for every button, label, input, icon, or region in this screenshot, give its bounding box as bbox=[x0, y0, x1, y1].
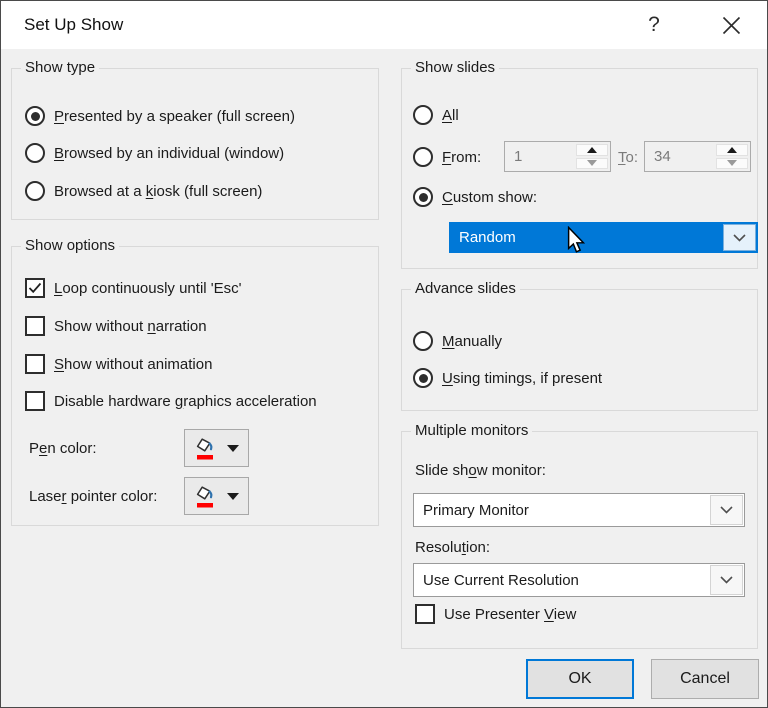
radio-label: Manually bbox=[442, 333, 502, 350]
custom-show-combobox[interactable]: Random bbox=[449, 222, 758, 253]
checkbox-label: Show without animation bbox=[54, 356, 212, 373]
help-icon: ? bbox=[648, 13, 660, 37]
down-arrow-icon bbox=[587, 160, 597, 166]
slide-show-monitor-label: Slide show monitor: bbox=[415, 459, 546, 481]
checkmark-icon bbox=[27, 281, 43, 295]
checkbox-icon bbox=[25, 278, 45, 298]
close-icon bbox=[722, 16, 741, 35]
radio-icon bbox=[413, 187, 433, 207]
spin-up-button[interactable] bbox=[576, 144, 608, 156]
laser-pointer-color-button[interactable] bbox=[184, 477, 249, 515]
radio-browsed-at-kiosk[interactable]: Browsed at a kiosk (full screen) bbox=[25, 180, 262, 202]
spin-up-button[interactable] bbox=[716, 144, 748, 156]
chevron-down-icon bbox=[720, 506, 733, 514]
set-up-show-dialog: Set Up Show ? Show type Presented by a s… bbox=[0, 0, 768, 708]
ok-button-label: OK bbox=[568, 670, 591, 688]
close-button[interactable] bbox=[701, 2, 761, 48]
checkbox-show-without-animation[interactable]: Show without animation bbox=[25, 353, 212, 375]
checkbox-label: Loop continuously until 'Esc' bbox=[54, 280, 242, 297]
laser-pointer-color-label: Laser pointer color: bbox=[29, 485, 157, 507]
radio-presented-by-speaker[interactable]: Presented by a speaker (full screen) bbox=[25, 105, 295, 127]
group-show-slides-title: Show slides bbox=[411, 59, 499, 76]
chevron-down-icon bbox=[720, 576, 733, 584]
spin-down-button[interactable] bbox=[716, 158, 748, 170]
checkbox-icon bbox=[25, 354, 45, 374]
radio-icon bbox=[413, 331, 433, 351]
paint-bucket-icon bbox=[194, 484, 219, 509]
dropdown-arrow-icon bbox=[227, 445, 239, 452]
from-slide-value: 1 bbox=[505, 142, 574, 171]
help-button[interactable]: ? bbox=[627, 2, 681, 48]
radio-from-slides[interactable]: From: bbox=[413, 146, 481, 168]
slide-show-monitor-combobox[interactable]: Primary Monitor bbox=[413, 493, 745, 527]
checkbox-label: Use Presenter View bbox=[444, 606, 576, 623]
checkbox-loop-continuously[interactable]: Loop continuously until 'Esc' bbox=[25, 277, 242, 299]
resolution-value: Use Current Resolution bbox=[414, 564, 709, 596]
radio-browsed-by-individual[interactable]: Browsed by an individual (window) bbox=[25, 142, 284, 164]
group-show-type-title: Show type bbox=[21, 59, 99, 76]
checkbox-label: Show without narration bbox=[54, 318, 207, 335]
radio-label: Presented by a speaker (full screen) bbox=[54, 108, 295, 125]
cancel-button[interactable]: Cancel bbox=[651, 659, 759, 699]
checkbox-icon bbox=[25, 391, 45, 411]
from-slide-spinner[interactable]: 1 bbox=[504, 141, 611, 172]
radio-icon bbox=[413, 147, 433, 167]
pen-color-label: Pen color: bbox=[29, 437, 97, 459]
up-arrow-icon bbox=[727, 147, 737, 153]
radio-icon bbox=[25, 106, 45, 126]
dropdown-arrow-icon bbox=[227, 493, 239, 500]
spin-down-button[interactable] bbox=[576, 158, 608, 170]
radio-manually[interactable]: Manually bbox=[413, 330, 502, 352]
checkbox-icon bbox=[415, 604, 435, 624]
down-arrow-icon bbox=[727, 160, 737, 166]
radio-label: Browsed by an individual (window) bbox=[54, 145, 284, 162]
radio-custom-show[interactable]: Custom show: bbox=[413, 186, 537, 208]
radio-icon bbox=[413, 105, 433, 125]
group-show-options-title: Show options bbox=[21, 237, 119, 254]
cancel-button-label: Cancel bbox=[680, 670, 730, 688]
radio-icon bbox=[25, 143, 45, 163]
radio-all-slides[interactable]: All bbox=[413, 104, 459, 126]
checkbox-label: Disable hardware graphics acceleration bbox=[54, 393, 317, 410]
checkbox-icon bbox=[25, 316, 45, 336]
slide-show-monitor-value: Primary Monitor bbox=[414, 494, 709, 526]
radio-label: From: bbox=[442, 149, 481, 166]
radio-label: All bbox=[442, 107, 459, 124]
radio-icon bbox=[413, 368, 433, 388]
radio-label: Browsed at a kiosk (full screen) bbox=[54, 183, 262, 200]
combo-dropdown-button[interactable] bbox=[710, 495, 743, 525]
dialog-title: Set Up Show bbox=[24, 1, 123, 49]
titlebar: Set Up Show ? bbox=[1, 1, 767, 49]
paint-bucket-icon bbox=[194, 436, 219, 461]
group-advance-slides-title: Advance slides bbox=[411, 280, 520, 297]
up-arrow-icon bbox=[587, 147, 597, 153]
custom-show-value: Random bbox=[450, 223, 722, 252]
combo-dropdown-button[interactable] bbox=[723, 224, 756, 251]
ok-button[interactable]: OK bbox=[526, 659, 634, 699]
checkbox-show-without-narration[interactable]: Show without narration bbox=[25, 315, 207, 337]
to-label: To: bbox=[618, 146, 638, 168]
to-slide-spinner[interactable]: 34 bbox=[644, 141, 751, 172]
radio-using-timings[interactable]: Using timings, if present bbox=[413, 367, 602, 389]
resolution-label: Resolution: bbox=[415, 536, 490, 558]
radio-label: Using timings, if present bbox=[442, 370, 602, 387]
pen-color-button[interactable] bbox=[184, 429, 249, 467]
chevron-down-icon bbox=[733, 234, 746, 242]
checkbox-disable-hardware-acceleration[interactable]: Disable hardware graphics acceleration bbox=[25, 390, 317, 412]
radio-label: Custom show: bbox=[442, 189, 537, 206]
combo-dropdown-button[interactable] bbox=[710, 565, 743, 595]
to-slide-value: 34 bbox=[645, 142, 714, 171]
group-multiple-monitors-title: Multiple monitors bbox=[411, 422, 532, 439]
resolution-combobox[interactable]: Use Current Resolution bbox=[413, 563, 745, 597]
checkbox-use-presenter-view[interactable]: Use Presenter View bbox=[415, 603, 576, 625]
radio-icon bbox=[25, 181, 45, 201]
